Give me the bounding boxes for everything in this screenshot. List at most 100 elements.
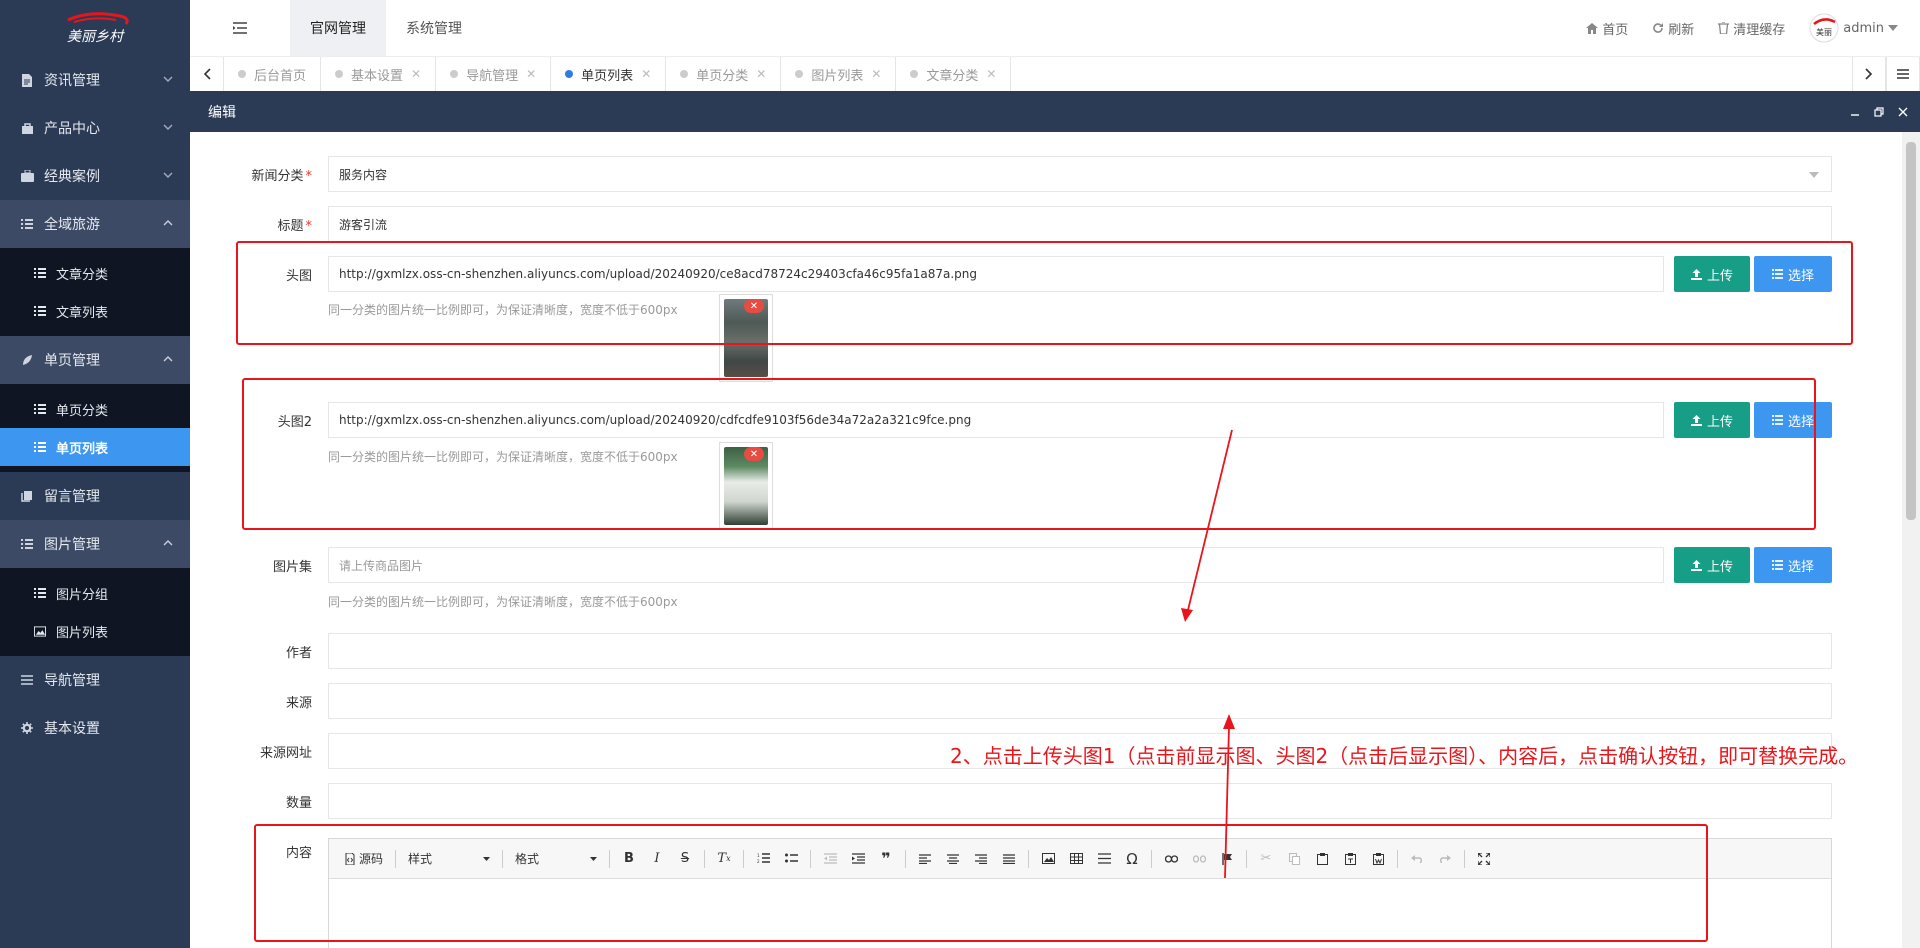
maximize-icon[interactable] (1874, 106, 1884, 117)
sidebar-item-image-group[interactable]: 图片分组 (0, 574, 190, 612)
remove-format-icon[interactable]: Tx (713, 848, 735, 870)
tab-website-management[interactable]: 官网管理 (290, 0, 386, 56)
quantity-input[interactable] (328, 783, 1832, 819)
sidebar-group-messages[interactable]: 留言管理 (0, 472, 190, 520)
source-button[interactable]: 源码 (341, 848, 387, 870)
minimize-icon[interactable] (1850, 107, 1860, 117)
close-icon[interactable]: ✕ (641, 67, 651, 81)
close-icon[interactable] (1898, 107, 1908, 117)
outdent-icon[interactable] (819, 848, 841, 870)
bold-icon[interactable]: B (618, 848, 640, 870)
sidebar-item-image-list[interactable]: 图片列表 (0, 612, 190, 650)
sidebar-item-article-category[interactable]: 文章分类 (0, 254, 190, 292)
title-input[interactable]: 游客引流 (328, 206, 1832, 242)
indent-icon[interactable] (847, 848, 869, 870)
user-menu[interactable]: 美丽 admin (1809, 13, 1898, 43)
logo[interactable]: 美丽乡村 (0, 0, 190, 56)
page-tab[interactable]: 单页分类 ✕ (666, 57, 782, 91)
italic-icon[interactable]: I (646, 848, 668, 870)
sidebar-group-products[interactable]: 产品中心 (0, 104, 190, 152)
close-icon[interactable]: ✕ (986, 67, 996, 81)
toolbar-separator (743, 849, 744, 868)
image1-upload-button[interactable]: 上传 (1674, 256, 1750, 292)
image2-upload-button[interactable]: 上传 (1674, 402, 1750, 438)
page-tab[interactable]: 文章分类 ✕ (896, 57, 1012, 91)
image-icon[interactable] (1037, 848, 1059, 870)
image1-select-button[interactable]: 选择 (1754, 256, 1832, 292)
remove-icon[interactable]: ✕ (744, 447, 764, 461)
sidebar-group-news[interactable]: 资讯管理 (0, 56, 190, 104)
sidebar-group-cases[interactable]: 经典案例 (0, 152, 190, 200)
paste-icon[interactable] (1311, 848, 1333, 870)
sidebar-group-tourism[interactable]: 全域旅游 (0, 200, 190, 248)
page-tab-active[interactable]: 单页列表 ✕ (551, 57, 667, 91)
sidebar-group-navigation[interactable]: 导航管理 (0, 656, 190, 704)
strikethrough-icon[interactable]: S (674, 848, 696, 870)
tabs-menu-icon[interactable] (1886, 57, 1920, 91)
sidebar-group-settings[interactable]: 基本设置 (0, 704, 190, 752)
numbered-list-icon[interactable]: 12 (752, 848, 774, 870)
page-tab[interactable]: 基本设置 ✕ (321, 57, 437, 91)
blockquote-icon[interactable]: ❞ (875, 848, 897, 870)
page-tab[interactable]: 导航管理 ✕ (436, 57, 552, 91)
sidebar-group-single-page[interactable]: 单页管理 (0, 336, 190, 384)
unlink-icon[interactable] (1188, 848, 1210, 870)
editor-content-area[interactable] (329, 879, 1831, 948)
close-icon[interactable]: ✕ (871, 67, 881, 81)
close-icon[interactable]: ✕ (526, 67, 536, 81)
sidebar-group-label: 经典案例 (44, 169, 100, 185)
home-link[interactable]: 首页 (1586, 19, 1628, 38)
sidebar-item-page-category[interactable]: 单页分类 (0, 390, 190, 428)
remove-icon[interactable]: ✕ (744, 299, 764, 313)
align-left-icon[interactable] (914, 848, 936, 870)
gallery-input[interactable]: 请上传商品图片 (328, 547, 1664, 583)
clear-cache-label: 清理缓存 (1733, 22, 1786, 38)
sidebar-group-images[interactable]: 图片管理 (0, 520, 190, 568)
close-icon[interactable]: ✕ (411, 67, 421, 81)
edit-form: 新闻分类 * 服务内容 标题 * 游客引流 头图 http://gxmlzx.oss… (190, 132, 1902, 948)
gallery-upload-button[interactable]: 上传 (1674, 547, 1750, 583)
link-icon[interactable] (1160, 848, 1182, 870)
scrollbar-thumb[interactable] (1906, 142, 1916, 520)
dialog-title: 编辑 (208, 104, 236, 121)
tabs-scroll-left-icon[interactable] (190, 57, 224, 91)
chevron-down-icon (162, 121, 174, 133)
table-icon[interactable] (1065, 848, 1087, 870)
toolbar-separator (704, 849, 705, 868)
author-input[interactable] (328, 633, 1832, 669)
gallery-select-button[interactable]: 选择 (1754, 547, 1832, 583)
page-tab[interactable]: 后台首页 (224, 57, 322, 91)
anchor-flag-icon[interactable] (1216, 848, 1238, 870)
tab-system-management[interactable]: 系统管理 (386, 0, 482, 56)
copy-icon[interactable] (1283, 848, 1305, 870)
refresh-link[interactable]: 刷新 (1652, 19, 1694, 38)
undo-icon[interactable] (1406, 848, 1428, 870)
sidebar-item-article-list[interactable]: 文章列表 (0, 292, 190, 330)
category-select[interactable]: 服务内容 (328, 156, 1832, 192)
svg-text:美丽: 美丽 (1816, 27, 1832, 37)
align-right-icon[interactable] (970, 848, 992, 870)
close-icon[interactable]: ✕ (756, 67, 766, 81)
horizontal-rule-icon[interactable] (1093, 848, 1115, 870)
tabs-scroll-right-icon[interactable] (1852, 57, 1886, 91)
cut-icon[interactable]: ✂ (1255, 848, 1277, 870)
special-char-icon[interactable]: Ω (1121, 848, 1143, 870)
image2-url-input[interactable]: http://gxmlzx.oss-cn-shenzhen.aliyuncs.c… (328, 402, 1664, 438)
image2-select-button[interactable]: 选择 (1754, 402, 1832, 438)
fullscreen-icon[interactable] (1473, 848, 1495, 870)
bullet-list-icon[interactable] (780, 848, 802, 870)
style-dropdown[interactable]: 样式 (404, 848, 494, 870)
page-tab[interactable]: 图片列表 ✕ (781, 57, 897, 91)
source-input[interactable] (328, 683, 1832, 719)
clear-cache-link[interactable]: 清理缓存 (1718, 19, 1785, 38)
vertical-scrollbar[interactable] (1902, 132, 1920, 948)
redo-icon[interactable] (1434, 848, 1456, 870)
image1-url-input[interactable]: http://gxmlzx.oss-cn-shenzhen.aliyuncs.c… (328, 256, 1664, 292)
justify-icon[interactable] (998, 848, 1020, 870)
align-center-icon[interactable] (942, 848, 964, 870)
paste-word-icon[interactable] (1367, 848, 1389, 870)
sidebar-item-page-list[interactable]: 单页列表 (0, 428, 190, 466)
menu-toggle-icon[interactable] (190, 0, 290, 56)
paste-text-icon[interactable] (1339, 848, 1361, 870)
format-dropdown[interactable]: 格式 (511, 848, 601, 870)
